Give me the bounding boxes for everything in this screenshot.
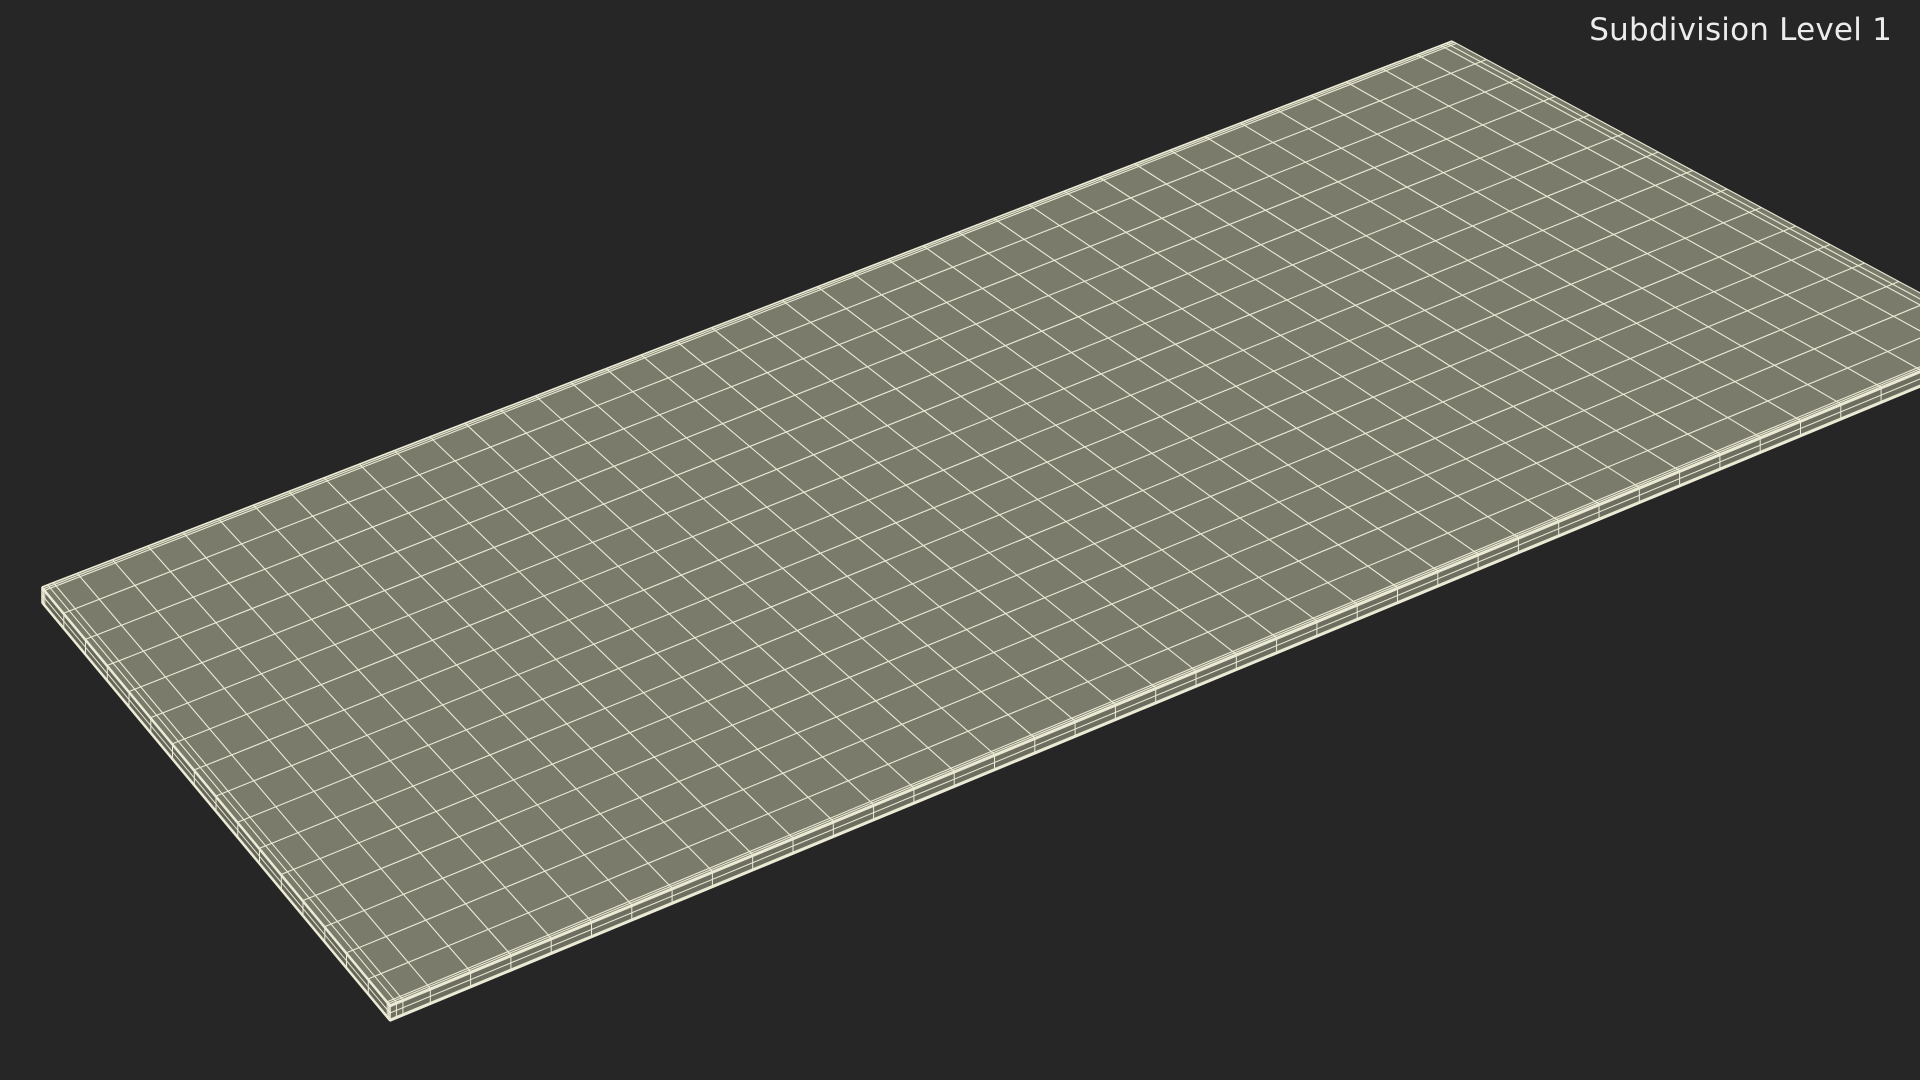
- render-viewport: Subdivision Level 1: [0, 0, 1920, 1080]
- mesh-faces: [42, 41, 1920, 1021]
- wireframe-mesh: [41, 40, 1920, 1022]
- top-face: [42, 41, 1920, 1005]
